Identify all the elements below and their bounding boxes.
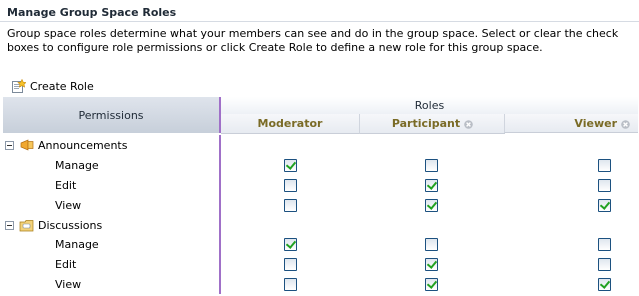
checkbox-cell: [359, 175, 504, 195]
permission-checkbox[interactable]: [425, 237, 438, 251]
permission-checkbox[interactable]: [283, 257, 297, 271]
permission-checkbox[interactable]: [597, 158, 611, 172]
checkbox-cell: [221, 155, 359, 175]
permission-cell: View: [3, 274, 221, 294]
new-role-icon: [12, 78, 26, 93]
permission-checkbox[interactable]: [425, 198, 438, 212]
role-name: Viewer: [574, 116, 617, 130]
permission-label: Edit: [55, 257, 77, 271]
group-cell: Discussions: [3, 215, 221, 235]
permissions-header-label: Permissions: [78, 108, 144, 122]
checkbox-cell: [359, 234, 504, 254]
page-description: Group space roles determine what your me…: [7, 27, 619, 54]
role-header-participant[interactable]: Participant: [359, 114, 505, 134]
permission-row: Manage: [3, 155, 638, 175]
permission-row: Edit: [3, 175, 638, 195]
group-cell: Announcements: [3, 135, 221, 155]
role-name: Participant: [391, 117, 461, 130]
permission-checkbox[interactable]: [425, 178, 438, 192]
permission-row: View: [3, 274, 638, 294]
permission-cell: Edit: [3, 254, 221, 274]
checkbox-cell: [221, 234, 359, 254]
toolbar: Create Role: [0, 74, 639, 97]
permission-checkbox[interactable]: [283, 277, 297, 291]
checkbox-cell: [221, 274, 359, 294]
discussion-folder-icon: [19, 219, 34, 231]
group-row-announcements: Announcements: [3, 135, 638, 155]
checkbox-cell: [221, 195, 359, 215]
permission-checkbox[interactable]: [283, 237, 297, 251]
permission-label: Manage: [55, 237, 99, 251]
page-title: Manage Group Space Roles: [7, 6, 177, 19]
delete-role-icon[interactable]: [621, 119, 630, 129]
checkbox-cell: [359, 254, 504, 274]
collapse-icon[interactable]: [5, 220, 14, 230]
roles-header-label: Roles: [414, 99, 445, 112]
checkbox-cell: [359, 195, 504, 215]
checkbox-cell: [359, 155, 504, 175]
permission-checkbox[interactable]: [425, 277, 438, 291]
checkbox-cell: [221, 175, 359, 195]
create-role-label: Create Role: [30, 79, 94, 93]
megaphone-icon: [20, 139, 34, 151]
permission-row: Manage: [3, 234, 638, 254]
permission-cell: View: [3, 195, 221, 215]
create-role-button[interactable]: Create Role: [11, 78, 94, 94]
checkbox-cell: [359, 274, 504, 294]
permission-checkbox[interactable]: [597, 178, 611, 192]
permission-checkbox[interactable]: [283, 198, 297, 212]
checkbox-cell: [523, 155, 639, 175]
checkbox-cell: [221, 254, 359, 274]
checkbox-cell: [523, 175, 639, 195]
permission-row: Edit: [3, 254, 638, 274]
role-name: Moderator: [257, 117, 323, 130]
page-header: Manage Group Space Roles: [0, 0, 639, 22]
permission-checkbox[interactable]: [425, 257, 438, 271]
group-label: Announcements: [38, 138, 128, 152]
permission-label: Edit: [55, 178, 77, 192]
roles-group-header: Roles: [221, 97, 638, 114]
permission-checkbox[interactable]: [283, 178, 297, 192]
permission-cell: Edit: [3, 175, 221, 195]
permission-checkbox[interactable]: [425, 158, 438, 172]
permission-checkbox[interactable]: [597, 277, 611, 291]
role-header-viewer[interactable]: Viewer: [504, 114, 638, 133]
collapse-icon[interactable]: [5, 140, 14, 150]
permission-checkbox[interactable]: [283, 158, 297, 172]
checkbox-cell: [523, 234, 639, 254]
group-row-discussions: Discussions: [3, 215, 638, 235]
permission-checkbox[interactable]: [597, 237, 611, 251]
delete-role-icon[interactable]: [464, 119, 473, 129]
permission-row: View: [3, 195, 638, 215]
permission-checkbox[interactable]: [597, 198, 611, 212]
checkbox-cell: [523, 274, 639, 294]
permission-cell: Manage: [3, 234, 221, 254]
permissions-column-header: Permissions: [3, 97, 221, 133]
checkbox-cell: [523, 254, 639, 274]
role-header-moderator[interactable]: Moderator: [221, 114, 359, 134]
permission-label: View: [55, 277, 82, 291]
checkbox-cell: [523, 195, 639, 215]
permission-checkbox[interactable]: [597, 257, 611, 271]
permission-label: View: [55, 198, 82, 212]
permission-cell: Manage: [3, 155, 221, 175]
group-label: Discussions: [38, 218, 103, 232]
permission-label: Manage: [55, 158, 99, 172]
